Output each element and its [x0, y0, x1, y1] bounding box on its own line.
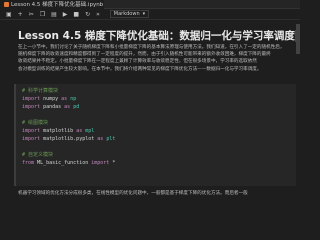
cell-type-value: Markdown — [113, 11, 140, 17]
notebook-icon — [4, 1, 9, 7]
code-cell[interactable]: # 科学计算模块 import numpy as np import panda… — [14, 84, 300, 186]
page-title: Lesson 4.5 梯度下降优化基础：数据归一化与学习率调度1 — [18, 28, 300, 43]
notebook-body: Lesson 4.5 梯度下降优化基础：数据归一化与学习率调度1 在上一小节中，… — [0, 20, 300, 200]
intro-line: 随机梯度下降的收敛速度和精度都得到了一定程度的提升，然而，由于引入随机性可能带来… — [18, 52, 271, 58]
code-line: import matplotlib.pyplot as plt — [22, 136, 116, 142]
tab-title: Lesson 4.5 梯度下降优化基础.ipynb — [11, 2, 104, 8]
intro-line: 会对模型训练的结果产生较大影响。在本节中，我们将介绍两种常见的梯度下降优化方法—… — [18, 66, 262, 72]
save-icon[interactable]: ▣ — [6, 9, 12, 20]
chevron-down-icon: ▾ — [142, 11, 146, 17]
cell-type-select[interactable]: Markdown ▾ — [109, 10, 150, 18]
code-line: # 自定义模块 — [22, 152, 54, 158]
scrollbar[interactable] — [296, 20, 300, 200]
code-line: import numpy as np — [22, 96, 77, 102]
scroll-thumb[interactable] — [296, 24, 300, 54]
run-icon[interactable]: ▶ — [63, 9, 68, 20]
code-line: import matplotlib as mpl — [22, 128, 95, 134]
restart-icon[interactable]: ↻ — [85, 9, 90, 20]
intro-line: 收敛结果并不稳定。小批量梯度下降在一定程度上兼顾了计算效率与收敛稳定性，但在很多… — [18, 59, 257, 65]
heading-text: Lesson 4.5 梯度下降优化基础：数据归一化与学习率调度 — [18, 30, 295, 42]
code-line: import pandas as pd — [22, 104, 80, 110]
code-line: # 科学计算模块 — [22, 88, 59, 94]
code-block: # 科学计算模块 import numpy as np import panda… — [16, 84, 300, 167]
tab-notebook[interactable]: Lesson 4.5 梯度下降优化基础.ipynb × — [0, 0, 104, 9]
intro-paragraph: 在上一小节中，我们讨论了关于随机梯度下降和小批量梯度下降的基本算法原理与使用方法… — [18, 44, 294, 73]
notebook-toolbar: ▣ + ✂ ❐ ▤ ▶ ■ ↻ » Markdown ▾ — [0, 9, 300, 20]
code-line: from ML_basic_function import * — [22, 160, 116, 166]
add-cell-icon[interactable]: + — [18, 9, 23, 20]
paste-icon[interactable]: ▤ — [51, 9, 57, 20]
code-line: # 绘图模块 — [22, 120, 49, 126]
copy-icon[interactable]: ❐ — [40, 9, 45, 20]
fast-forward-icon[interactable]: » — [96, 9, 100, 20]
cut-icon[interactable]: ✂ — [29, 9, 34, 20]
intro-line: 在上一小节中，我们讨论了关于随机梯度下降和小批量梯度下降的基本算法原理与使用方法… — [18, 45, 285, 50]
bottom-paragraph: 机器学习领域的优化方法分成很多类，在线性模型的优化问题中，一般都是基于梯度下降的… — [18, 191, 248, 196]
stop-icon[interactable]: ■ — [73, 9, 79, 20]
close-icon[interactable]: × — [103, 1, 104, 7]
